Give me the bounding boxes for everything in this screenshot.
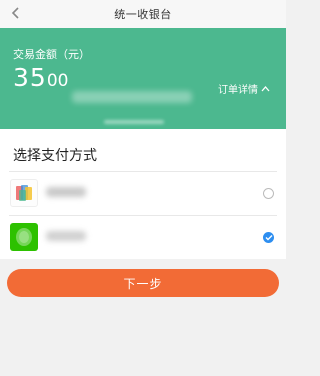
radio-unselected[interactable] (263, 188, 274, 199)
order-details-label: 订单详情 (218, 85, 258, 96)
chevron-up-icon (261, 86, 270, 92)
top-navigation-bar: 统一收银台 (0, 0, 286, 28)
wechat-pay-icon (10, 223, 38, 251)
chevron-left-icon (11, 7, 19, 19)
payment-method-wechat[interactable] (0, 216, 286, 258)
amount-value: 35 00 (13, 63, 68, 92)
payment-method-unionpay[interactable] (0, 172, 286, 214)
section-title: 选择支付方式 (13, 148, 97, 164)
order-details-toggle[interactable]: 订单详情 (218, 81, 270, 96)
redacted-order-info (72, 91, 192, 103)
unionpay-icon (10, 179, 38, 207)
payment-method-section: 选择支付方式 (0, 129, 286, 259)
checkmark-icon (265, 235, 272, 241)
amount-label: 交易金额（元） (13, 48, 90, 61)
next-step-button[interactable]: 下一步 (7, 269, 279, 297)
amount-integer: 35 (13, 63, 47, 92)
radio-selected[interactable] (263, 232, 274, 243)
page-title: 统一收银台 (114, 8, 172, 21)
back-button[interactable] (6, 3, 26, 23)
redacted-method-name (46, 187, 86, 197)
amount-decimal: 00 (46, 71, 69, 91)
redacted-method-name (46, 231, 86, 241)
redacted-order-info-secondary (104, 120, 164, 124)
amount-card: 交易金额（元） 35 00 订单详情 (0, 28, 286, 129)
